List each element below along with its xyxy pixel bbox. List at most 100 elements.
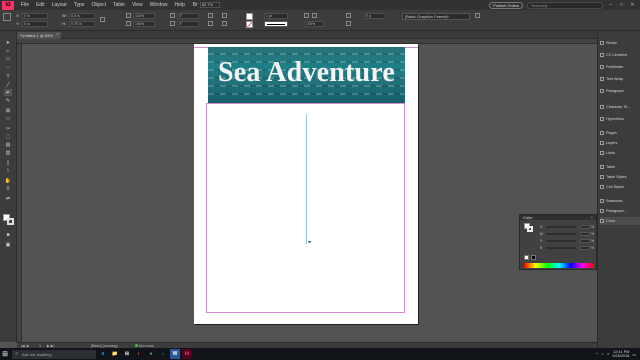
rotate-field[interactable]: 0° bbox=[177, 13, 199, 19]
panel-hyperlinks[interactable]: Hyperlinks bbox=[600, 115, 640, 123]
hand-tool-icon[interactable]: ✋ bbox=[4, 177, 12, 184]
panel-pathfinder[interactable]: Pathfinder bbox=[600, 63, 640, 71]
flip-vertical-icon[interactable] bbox=[208, 21, 213, 26]
panel-layers[interactable]: Layers bbox=[600, 139, 640, 147]
flip-horizontal-icon[interactable] bbox=[208, 13, 213, 18]
zoom-level-field[interactable]: 82.7% bbox=[199, 2, 220, 8]
panel-character-styles[interactable]: Character St... bbox=[600, 103, 640, 111]
help-search-input[interactable]: Seriously bbox=[527, 1, 603, 9]
magenta-slider[interactable] bbox=[546, 233, 576, 235]
volume-icon[interactable]: ♫ bbox=[607, 352, 610, 356]
stroke-weight-field[interactable]: 1 pt bbox=[264, 13, 288, 19]
taskbar-search-input[interactable]: ○ Ask me anything bbox=[12, 349, 96, 359]
pasteboard[interactable]: Sea Adventure ⌖ bbox=[22, 44, 597, 342]
panel-cell-styles[interactable]: Cell Styles bbox=[600, 183, 640, 191]
panel-text-wrap[interactable]: Text Wrap bbox=[600, 75, 640, 83]
auto-fit-icon[interactable] bbox=[475, 13, 480, 18]
color-spectrum[interactable] bbox=[524, 263, 594, 268]
object-style-dropdown[interactable]: [Basic Graphics Frame]+ bbox=[402, 13, 470, 20]
menu-file[interactable]: File bbox=[21, 2, 29, 8]
effects-icon[interactable] bbox=[304, 13, 309, 18]
rectangle-tool-icon[interactable]: □ bbox=[4, 115, 12, 122]
y-field[interactable]: 0 in bbox=[22, 21, 48, 27]
yellow-value-field[interactable] bbox=[580, 239, 590, 243]
file-explorer-icon[interactable]: 📁 bbox=[110, 349, 120, 359]
maximize-icon[interactable]: □ bbox=[618, 2, 625, 8]
gap-tool-icon[interactable]: ↔ bbox=[4, 63, 12, 70]
panel-menu-icon[interactable]: ≡ bbox=[591, 215, 593, 220]
panel-color[interactable]: Color bbox=[600, 217, 640, 225]
cyan-value-field[interactable] bbox=[580, 225, 590, 229]
gradient-feather-tool-icon[interactable]: ▥ bbox=[4, 149, 12, 156]
color-stroke-swatch[interactable] bbox=[527, 226, 533, 232]
panel-table[interactable]: Table bbox=[600, 163, 640, 171]
scale-x-field[interactable]: 100% bbox=[133, 13, 155, 19]
black-value-field[interactable] bbox=[580, 246, 590, 250]
gradient-tool-icon[interactable]: ▤ bbox=[4, 141, 12, 148]
select-container-icon[interactable] bbox=[222, 13, 227, 18]
page-tool-icon[interactable]: ▭ bbox=[4, 55, 12, 62]
notifications-icon[interactable]: ▭ bbox=[632, 352, 636, 357]
text-wrap-icon[interactable] bbox=[346, 13, 351, 18]
indesign-icon[interactable]: Id bbox=[182, 349, 192, 359]
scale-x-icon[interactable] bbox=[126, 13, 131, 18]
panel-links[interactable]: Links bbox=[600, 149, 640, 157]
yellow-slider[interactable] bbox=[546, 240, 576, 242]
menu-edit[interactable]: Edit bbox=[36, 2, 45, 8]
document-page[interactable]: Sea Adventure ⌖ bbox=[194, 44, 418, 324]
rotate-icon[interactable] bbox=[170, 13, 175, 18]
apply-color-icon[interactable]: ■ bbox=[4, 231, 12, 238]
screen-mode-icon[interactable]: ▣ bbox=[4, 241, 12, 248]
drop-shadow-icon[interactable] bbox=[312, 13, 317, 18]
panel-pages[interactable]: Pages bbox=[600, 129, 640, 137]
direct-selection-tool-icon[interactable]: ▹ bbox=[4, 47, 12, 54]
tint-field[interactable]: 100% bbox=[304, 21, 324, 27]
fitting-icon[interactable] bbox=[346, 21, 351, 26]
magenta-value-field[interactable] bbox=[580, 232, 590, 236]
shear-icon[interactable] bbox=[170, 21, 175, 26]
menu-help[interactable]: Help bbox=[175, 2, 185, 8]
zoom-tool-icon[interactable]: ⚲ bbox=[4, 185, 12, 192]
stroke-type-dropdown[interactable] bbox=[264, 21, 288, 27]
type-tool-icon[interactable]: T bbox=[4, 73, 12, 80]
selection-tool-icon[interactable]: ➤ bbox=[4, 39, 12, 46]
width-field[interactable]: 8.5 in bbox=[69, 13, 95, 19]
clock[interactable]: 12:41 PM 6/25/2016 bbox=[613, 350, 630, 358]
free-transform-tool-icon[interactable]: ⬚ bbox=[4, 133, 12, 140]
scale-y-icon[interactable] bbox=[126, 21, 131, 26]
eyedropper-tool-icon[interactable]: ⌇ bbox=[4, 167, 12, 174]
shear-field[interactable]: 0° bbox=[177, 21, 199, 27]
panel-cc-libraries[interactable]: CC Libraries bbox=[600, 51, 640, 59]
firefox-icon[interactable]: ◐ bbox=[134, 349, 144, 359]
cyan-slider[interactable] bbox=[546, 226, 576, 228]
rectangle-frame-tool-icon[interactable]: ⊠ bbox=[4, 107, 12, 114]
note-tool-icon[interactable]: ▯ bbox=[4, 159, 12, 166]
headline-text[interactable]: Sea Adventure bbox=[208, 57, 405, 89]
panel-paragraph-styles[interactable]: Paragraph ... bbox=[600, 207, 640, 215]
fill-swatch-icon[interactable] bbox=[246, 13, 253, 20]
select-content-icon[interactable] bbox=[222, 21, 227, 26]
stroke-color-swatch[interactable] bbox=[7, 218, 14, 225]
offset-field[interactable]: 0 p bbox=[364, 13, 386, 19]
menu-layout[interactable]: Layout bbox=[52, 2, 67, 8]
close-icon[interactable]: ✕ bbox=[629, 2, 636, 8]
reference-point-icon[interactable] bbox=[3, 13, 11, 21]
publish-online-button[interactable]: Publish Online bbox=[489, 1, 523, 9]
document-tab[interactable]: *Untitled-1 @ 83% × bbox=[17, 32, 61, 39]
panel-stroke[interactable]: Stroke bbox=[600, 39, 640, 47]
windows-start-icon[interactable]: ⊞ bbox=[0, 348, 10, 360]
minimize-icon[interactable]: – bbox=[607, 2, 614, 8]
bridge-icon[interactable]: Br bbox=[193, 2, 198, 8]
stroke-none-icon[interactable] bbox=[246, 21, 253, 28]
menu-table[interactable]: Table bbox=[113, 2, 125, 8]
none-swatch[interactable] bbox=[524, 255, 529, 260]
spotify-icon[interactable]: ♪ bbox=[158, 349, 168, 359]
menu-view[interactable]: View bbox=[132, 2, 143, 8]
edge-icon[interactable]: e bbox=[98, 349, 108, 359]
swap-fill-stroke-icon[interactable]: ⇄ bbox=[4, 195, 12, 202]
menu-type[interactable]: Type bbox=[74, 2, 85, 8]
pencil-tool-icon[interactable]: ✎ bbox=[4, 97, 12, 104]
chevron-up-icon[interactable]: ⌃ bbox=[595, 352, 598, 357]
scissors-tool-icon[interactable]: ✂ bbox=[4, 125, 12, 132]
x-field[interactable]: 0 in bbox=[22, 13, 48, 19]
